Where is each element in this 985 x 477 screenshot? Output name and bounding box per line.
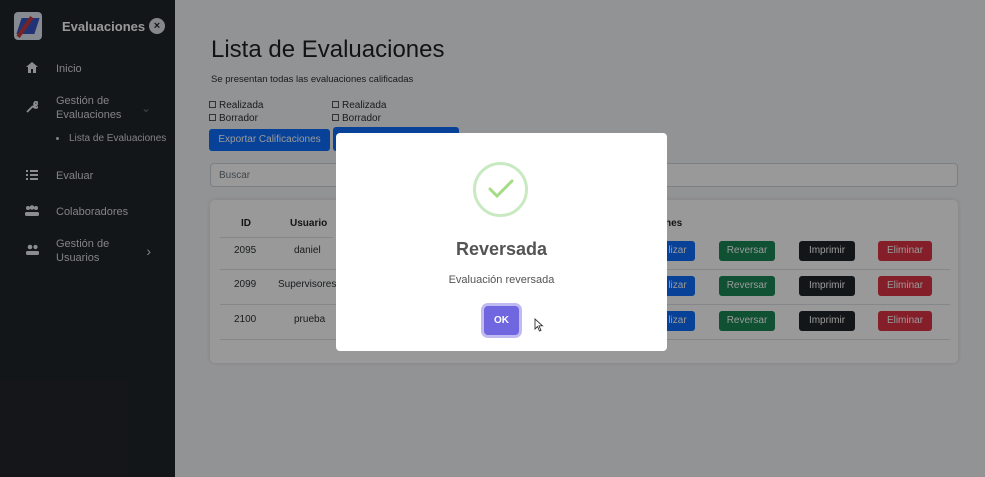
dialog-message: Evaluación reversada bbox=[448, 274, 555, 286]
mouse-cursor-icon bbox=[534, 318, 544, 332]
success-dialog: Reversada Evaluación reversada OK bbox=[336, 133, 667, 351]
dialog-title: Reversada bbox=[455, 239, 548, 259]
ok-button[interactable]: OK bbox=[484, 306, 519, 335]
success-check-icon bbox=[473, 162, 528, 217]
